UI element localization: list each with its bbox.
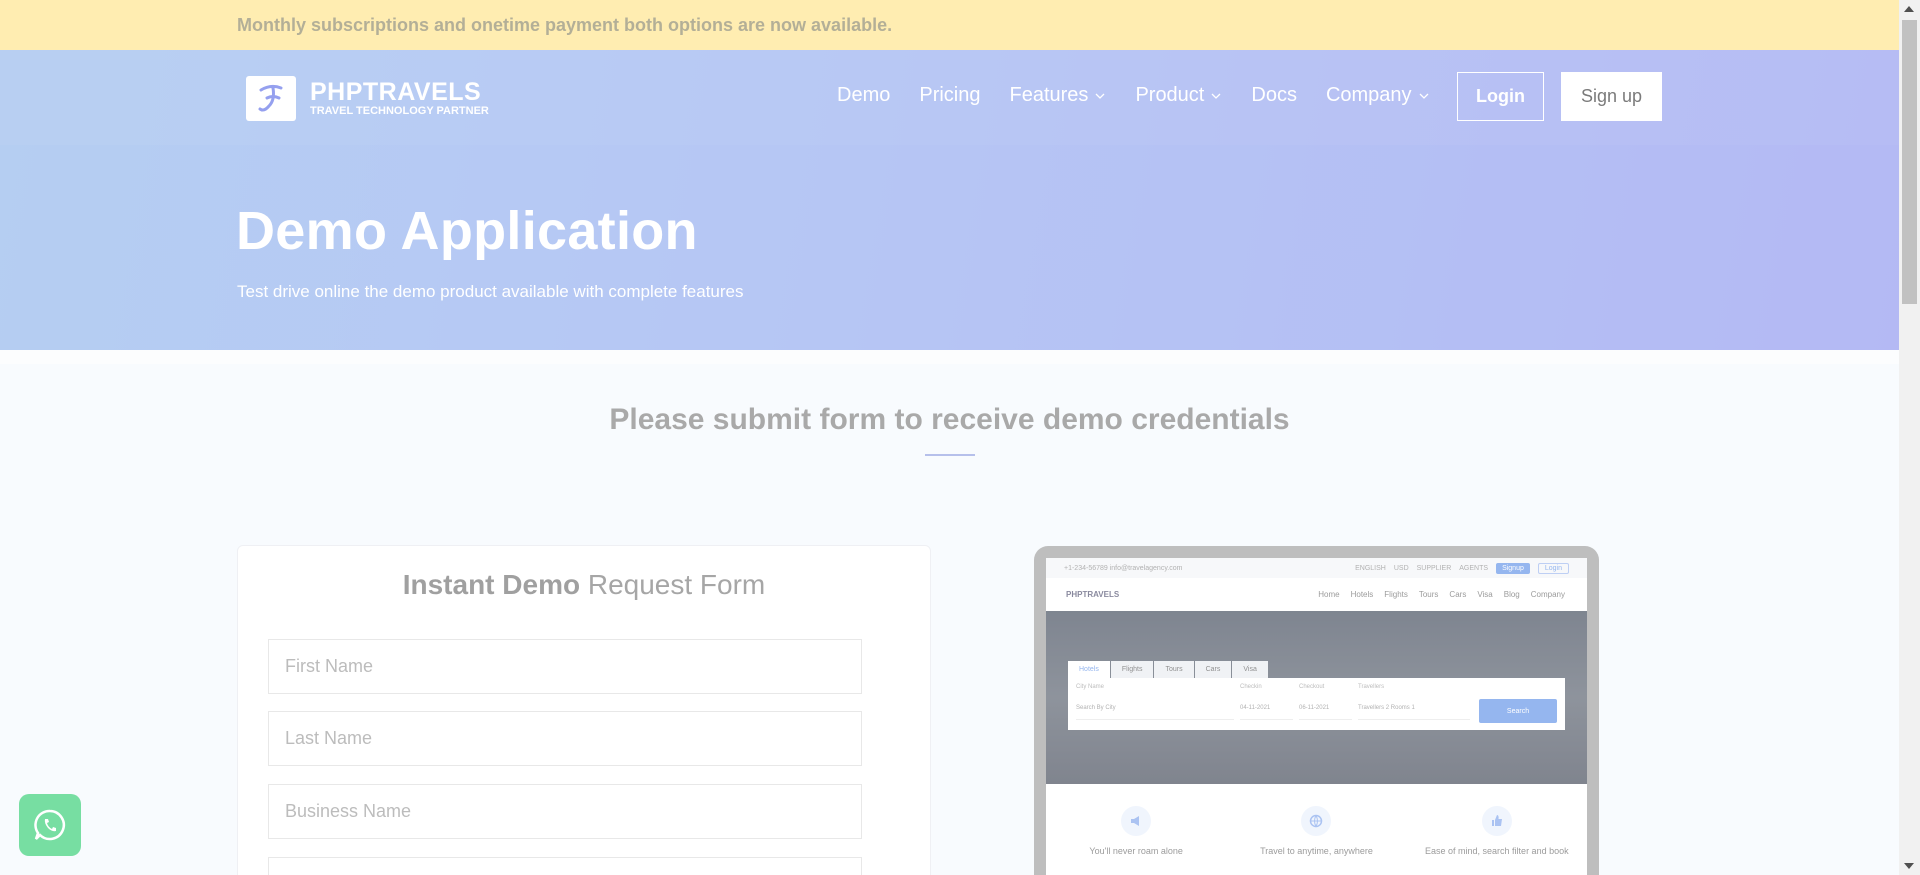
top-nav: PHPTRAVELS TRAVEL TECHNOLOGY PARTNER Dem… [0, 50, 1899, 145]
signup-button[interactable]: Sign up [1561, 72, 1662, 121]
demo-request-form: Instant Demo Request Form First Name Las… [237, 545, 931, 875]
vertical-scrollbar[interactable] [1899, 0, 1920, 875]
scroll-down-arrow-icon[interactable] [1904, 863, 1914, 869]
login-button[interactable]: Login [1457, 72, 1544, 121]
chevron-down-icon [1419, 93, 1429, 99]
chevron-down-icon [1095, 93, 1105, 99]
whatsapp-chat-button[interactable] [19, 794, 81, 856]
business-name-field[interactable]: Business Name [268, 784, 862, 839]
scroll-up-arrow-icon[interactable] [1904, 6, 1914, 12]
section-title: Please submit form to receive demo crede… [609, 403, 1290, 436]
preview-screen: +1-234-56789 info@travelagency.com ENGLI… [1046, 558, 1587, 875]
form-title: Instant Demo Request Form [402, 569, 766, 600]
chevron-down-icon [1211, 93, 1221, 99]
main-menu: Demo Pricing Features Product Docs Compa… [837, 84, 1459, 107]
nav-docs[interactable]: Docs [1251, 84, 1297, 107]
page-subtitle: Test drive online the demo product avail… [237, 282, 744, 301]
first-name-field[interactable]: First Name [268, 639, 862, 694]
phptravels-logo-icon [246, 76, 296, 121]
announcement-bar: Monthly subscriptions and onetime paymen… [0, 0, 1899, 50]
next-field[interactable] [268, 857, 862, 875]
nav-features[interactable]: Features [1010, 84, 1107, 107]
hero-section: PHPTRAVELS TRAVEL TECHNOLOGY PARTNER Dem… [0, 50, 1899, 350]
brand-name: PHPTRAVELS [310, 78, 482, 106]
nav-product[interactable]: Product [1135, 84, 1222, 107]
scrollbar-thumb[interactable] [1902, 20, 1917, 304]
whatsapp-icon [34, 809, 66, 841]
section-divider [925, 454, 975, 456]
brand-tagline: TRAVEL TECHNOLOGY PARTNER [310, 105, 489, 117]
megaphone-icon [1121, 806, 1152, 836]
nav-demo[interactable]: Demo [837, 84, 890, 107]
page-title: Demo Application [236, 201, 698, 261]
thumbs-up-icon [1481, 806, 1512, 836]
product-preview-laptop: +1-234-56789 info@travelagency.com ENGLI… [1034, 546, 1599, 875]
globe-icon [1301, 806, 1332, 836]
last-name-field[interactable]: Last Name [268, 711, 862, 766]
nav-pricing[interactable]: Pricing [919, 84, 980, 107]
brand[interactable]: PHPTRAVELS TRAVEL TECHNOLOGY PARTNER [246, 76, 489, 121]
nav-company[interactable]: Company [1326, 84, 1430, 107]
